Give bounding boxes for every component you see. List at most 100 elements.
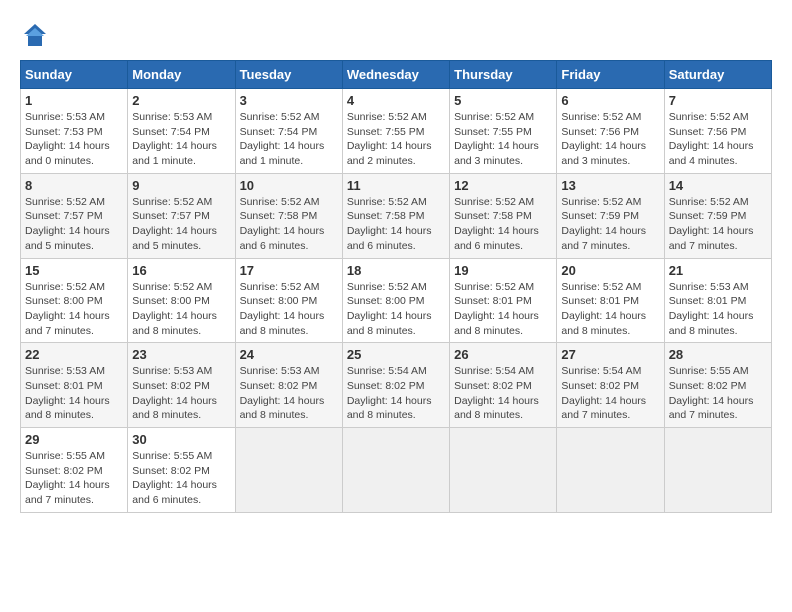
- day-info: Sunrise: 5:52 AM Sunset: 8:00 PM Dayligh…: [132, 280, 230, 339]
- day-info: Sunrise: 5:54 AM Sunset: 8:02 PM Dayligh…: [347, 364, 445, 423]
- empty-cell: [450, 428, 557, 513]
- day-number: 2: [132, 93, 230, 108]
- day-info: Sunrise: 5:52 AM Sunset: 8:01 PM Dayligh…: [561, 280, 659, 339]
- day-number: 30: [132, 432, 230, 447]
- day-cell-26: 26Sunrise: 5:54 AM Sunset: 8:02 PM Dayli…: [450, 343, 557, 428]
- day-cell-23: 23 Sunrise: 5:53 AM Sunset: 8:02 PM Dayli…: [128, 343, 235, 428]
- week-row-1: 1 Sunrise: 5:53 AM Sunset: 7:53 PM Daylig…: [21, 89, 772, 174]
- week-row-3: 15 Sunrise: 5:52 AM Sunset: 8:00 PM Dayli…: [21, 258, 772, 343]
- day-info: Sunrise: 5:52 AM Sunset: 7:56 PM Dayligh…: [669, 110, 767, 169]
- day-number: 28: [669, 347, 767, 362]
- col-friday: Friday: [557, 61, 664, 89]
- day-number: 5: [454, 93, 552, 108]
- day-number: 12: [454, 178, 552, 193]
- day-info: Sunrise: 5:55 AM Sunset: 8:02 PM Dayligh…: [25, 449, 123, 508]
- day-number: 16: [132, 263, 230, 278]
- day-cell-2: 2 Sunrise: 5:53 AM Sunset: 7:54 PM Daylig…: [128, 89, 235, 174]
- col-wednesday: Wednesday: [342, 61, 449, 89]
- day-info: Sunrise: 5:53 AM Sunset: 7:53 PM Dayligh…: [25, 110, 123, 169]
- day-info: Sunrise: 5:55 AM Sunset: 8:02 PM Dayligh…: [669, 364, 767, 423]
- day-number: 27: [561, 347, 659, 362]
- day-cell-30: 30 Sunrise: 5:55 AM Sunset: 8:02 PM Dayli…: [128, 428, 235, 513]
- day-info: Sunrise: 5:53 AM Sunset: 8:02 PM Dayligh…: [240, 364, 338, 423]
- day-cell-8: 8 Sunrise: 5:52 AM Sunset: 7:57 PM Daylig…: [21, 173, 128, 258]
- day-cell-28: 28 Sunrise: 5:55 AM Sunset: 8:02 PM Dayli…: [664, 343, 771, 428]
- day-info: Sunrise: 5:53 AM Sunset: 7:54 PM Dayligh…: [132, 110, 230, 169]
- day-cell-10: 10Sunrise: 5:52 AM Sunset: 7:58 PM Dayli…: [235, 173, 342, 258]
- day-info: Sunrise: 5:52 AM Sunset: 7:57 PM Dayligh…: [25, 195, 123, 254]
- day-info: Sunrise: 5:52 AM Sunset: 8:00 PM Dayligh…: [347, 280, 445, 339]
- day-number: 7: [669, 93, 767, 108]
- day-number: 18: [347, 263, 445, 278]
- day-info: Sunrise: 5:52 AM Sunset: 8:00 PM Dayligh…: [240, 280, 338, 339]
- day-cell-7: 7 Sunrise: 5:52 AM Sunset: 7:56 PM Daylig…: [664, 89, 771, 174]
- day-info: Sunrise: 5:53 AM Sunset: 8:02 PM Dayligh…: [132, 364, 230, 423]
- day-number: 24: [240, 347, 338, 362]
- day-number: 22: [25, 347, 123, 362]
- day-cell-22: 22 Sunrise: 5:53 AM Sunset: 8:01 PM Dayli…: [21, 343, 128, 428]
- day-info: Sunrise: 5:52 AM Sunset: 7:59 PM Dayligh…: [561, 195, 659, 254]
- week-row-5: 29 Sunrise: 5:55 AM Sunset: 8:02 PM Dayli…: [21, 428, 772, 513]
- col-sunday: Sunday: [21, 61, 128, 89]
- day-number: 15: [25, 263, 123, 278]
- header-row: Sunday Monday Tuesday Wednesday Thursday…: [21, 61, 772, 89]
- col-thursday: Thursday: [450, 61, 557, 89]
- logo-icon: [20, 20, 50, 50]
- day-number: 17: [240, 263, 338, 278]
- day-info: Sunrise: 5:52 AM Sunset: 7:58 PM Dayligh…: [240, 195, 338, 254]
- day-info: Sunrise: 5:52 AM Sunset: 7:58 PM Dayligh…: [347, 195, 445, 254]
- day-cell-19: 19 Sunrise: 5:52 AM Sunset: 8:01 PM Dayli…: [450, 258, 557, 343]
- week-row-4: 22 Sunrise: 5:53 AM Sunset: 8:01 PM Dayli…: [21, 343, 772, 428]
- day-cell-9: 9 Sunrise: 5:52 AM Sunset: 7:57 PM Daylig…: [128, 173, 235, 258]
- day-cell-17: 17 Sunrise: 5:52 AM Sunset: 8:00 PM Dayli…: [235, 258, 342, 343]
- day-cell-12: 12 Sunrise: 5:52 AM Sunset: 7:58 PM Dayli…: [450, 173, 557, 258]
- day-number: 20: [561, 263, 659, 278]
- page-header: [20, 20, 772, 50]
- day-number: 25: [347, 347, 445, 362]
- col-monday: Monday: [128, 61, 235, 89]
- day-cell-16: 16 Sunrise: 5:52 AM Sunset: 8:00 PM Dayli…: [128, 258, 235, 343]
- day-cell-4: 4Sunrise: 5:52 AM Sunset: 7:55 PM Daylig…: [342, 89, 449, 174]
- day-number: 14: [669, 178, 767, 193]
- empty-cell: [342, 428, 449, 513]
- day-cell-27: 27 Sunrise: 5:54 AM Sunset: 8:02 PM Dayli…: [557, 343, 664, 428]
- day-cell-6: 6 Sunrise: 5:52 AM Sunset: 7:56 PM Daylig…: [557, 89, 664, 174]
- day-number: 29: [25, 432, 123, 447]
- day-number: 9: [132, 178, 230, 193]
- empty-cell: [664, 428, 771, 513]
- col-tuesday: Tuesday: [235, 61, 342, 89]
- day-cell-1: 1 Sunrise: 5:53 AM Sunset: 7:53 PM Daylig…: [21, 89, 128, 174]
- day-info: Sunrise: 5:52 AM Sunset: 7:55 PM Dayligh…: [454, 110, 552, 169]
- empty-cell: [235, 428, 342, 513]
- day-number: 19: [454, 263, 552, 278]
- day-number: 23: [132, 347, 230, 362]
- day-info: Sunrise: 5:54 AM Sunset: 8:02 PM Dayligh…: [561, 364, 659, 423]
- week-row-2: 8 Sunrise: 5:52 AM Sunset: 7:57 PM Daylig…: [21, 173, 772, 258]
- day-info: Sunrise: 5:53 AM Sunset: 8:01 PM Dayligh…: [25, 364, 123, 423]
- day-cell-15: 15 Sunrise: 5:52 AM Sunset: 8:00 PM Dayli…: [21, 258, 128, 343]
- day-info: Sunrise: 5:52 AM Sunset: 7:58 PM Dayligh…: [454, 195, 552, 254]
- day-number: 11: [347, 178, 445, 193]
- day-number: 26: [454, 347, 552, 362]
- day-info: Sunrise: 5:53 AM Sunset: 8:01 PM Dayligh…: [669, 280, 767, 339]
- day-cell-3: 3 Sunrise: 5:52 AM Sunset: 7:54 PM Daylig…: [235, 89, 342, 174]
- day-number: 8: [25, 178, 123, 193]
- day-info: Sunrise: 5:52 AM Sunset: 7:56 PM Dayligh…: [561, 110, 659, 169]
- day-info: Sunrise: 5:52 AM Sunset: 7:59 PM Dayligh…: [669, 195, 767, 254]
- day-cell-11: 11 Sunrise: 5:52 AM Sunset: 7:58 PM Dayli…: [342, 173, 449, 258]
- day-info: Sunrise: 5:52 AM Sunset: 7:57 PM Dayligh…: [132, 195, 230, 254]
- day-number: 1: [25, 93, 123, 108]
- day-info: Sunrise: 5:52 AM Sunset: 8:00 PM Dayligh…: [25, 280, 123, 339]
- day-cell-25: 25 Sunrise: 5:54 AM Sunset: 8:02 PM Dayli…: [342, 343, 449, 428]
- day-info: Sunrise: 5:52 AM Sunset: 8:01 PM Dayligh…: [454, 280, 552, 339]
- day-number: 6: [561, 93, 659, 108]
- day-number: 21: [669, 263, 767, 278]
- day-number: 3: [240, 93, 338, 108]
- empty-cell: [557, 428, 664, 513]
- day-cell-18: 18 Sunrise: 5:52 AM Sunset: 8:00 PM Dayli…: [342, 258, 449, 343]
- day-number: 13: [561, 178, 659, 193]
- day-info: Sunrise: 5:55 AM Sunset: 8:02 PM Dayligh…: [132, 449, 230, 508]
- day-info: Sunrise: 5:52 AM Sunset: 7:54 PM Dayligh…: [240, 110, 338, 169]
- day-cell-24: 24 Sunrise: 5:53 AM Sunset: 8:02 PM Dayli…: [235, 343, 342, 428]
- day-info: Sunrise: 5:52 AM Sunset: 7:55 PM Dayligh…: [347, 110, 445, 169]
